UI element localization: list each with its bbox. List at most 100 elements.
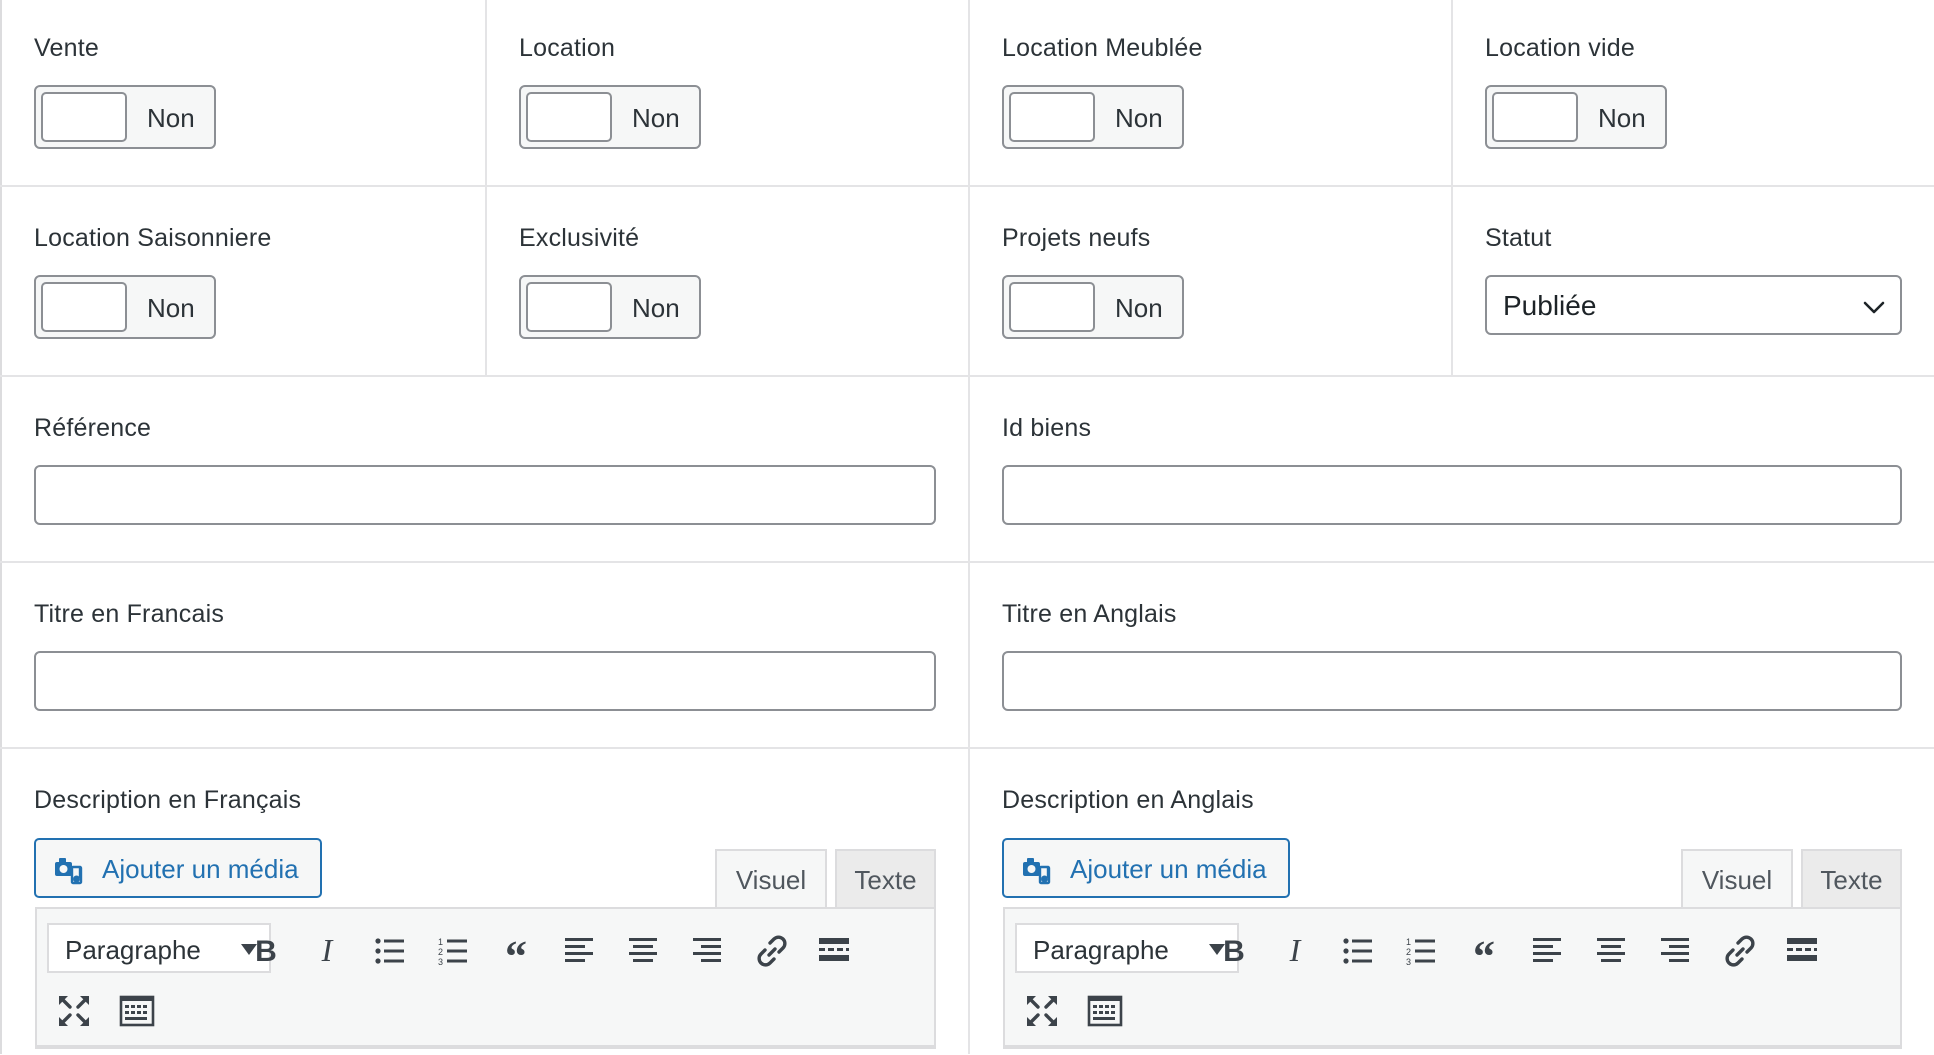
reference-input[interactable]	[34, 465, 936, 525]
location-vide-label: Location vide	[1485, 34, 1635, 62]
fullscreen-icon[interactable]	[1022, 991, 1062, 1031]
statut-label: Statut	[1485, 224, 1552, 252]
location-meublee-label: Location Meublée	[1002, 34, 1203, 62]
toggle-knob	[1009, 92, 1095, 142]
col-divider	[485, 0, 487, 375]
row-divider	[0, 747, 1934, 749]
location-vide-toggle[interactable]: Non	[1485, 85, 1667, 149]
chevron-down-icon	[1863, 301, 1885, 314]
read-more-icon[interactable]	[1782, 931, 1822, 971]
svg-text:I: I	[1289, 932, 1302, 968]
exclusivite-toggle[interactable]: Non	[519, 275, 701, 339]
toggle-knob	[1009, 282, 1095, 332]
toggle-knob	[41, 282, 127, 332]
toolbar-toggle-icon[interactable]	[1085, 991, 1125, 1031]
location-label: Location	[519, 34, 616, 62]
toggle-knob	[1492, 92, 1578, 142]
vente-toggle[interactable]: Non	[34, 85, 216, 149]
svg-text:2: 2	[1406, 947, 1411, 957]
numbered-list-icon[interactable]: 123	[1401, 931, 1441, 971]
exclusivite-label: Exclusivité	[519, 224, 640, 252]
link-icon[interactable]	[752, 931, 792, 971]
tab-texte[interactable]: Texte	[1801, 849, 1902, 907]
italic-icon[interactable]: I	[1275, 931, 1315, 971]
tab-label: Texte	[1820, 865, 1883, 895]
editor-toolbar: Paragraphe B I 1 2 3 “	[1003, 907, 1902, 1047]
titre-fr-input[interactable]	[34, 651, 936, 711]
tab-label: Visuel	[735, 865, 807, 895]
toggle-state: Non	[1115, 103, 1163, 133]
format-select[interactable]: Paragraphe	[1015, 923, 1239, 973]
add-media-button[interactable]: Ajouter un média	[1002, 838, 1290, 898]
id-biens-input[interactable]	[1002, 465, 1902, 525]
tab-label: Visuel	[1701, 865, 1773, 895]
statut-value: Publiée	[1503, 290, 1597, 321]
toggle-state: Non	[1598, 103, 1646, 133]
format-select-value: Paragraphe	[1033, 935, 1169, 965]
projets-neufs-label: Projets neufs	[1002, 224, 1151, 252]
toggle-state: Non	[1115, 293, 1163, 323]
toolbar-toggle-icon[interactable]	[117, 991, 157, 1031]
description-fr-label: Description en Français	[34, 786, 302, 814]
add-media-label: Ajouter un média	[102, 854, 299, 884]
add-media-label: Ajouter un média	[1070, 854, 1267, 884]
align-center-icon[interactable]	[623, 931, 663, 971]
add-media-button[interactable]: Ajouter un média	[34, 838, 322, 898]
toggle-knob	[526, 92, 612, 142]
align-left-icon[interactable]	[559, 931, 599, 971]
align-left-icon[interactable]	[1527, 931, 1567, 971]
svg-text:“: “	[1473, 932, 1495, 971]
align-right-icon[interactable]	[687, 931, 727, 971]
format-select[interactable]: Paragraphe	[47, 923, 271, 973]
bold-icon[interactable]: B	[1214, 931, 1254, 971]
align-center-icon[interactable]	[1591, 931, 1631, 971]
titre-en-input[interactable]	[1002, 651, 1902, 711]
reference-label: Référence	[34, 414, 152, 442]
location-toggle[interactable]: Non	[519, 85, 701, 149]
svg-text:I: I	[321, 932, 334, 968]
toggle-state: Non	[147, 293, 195, 323]
titre-fr-label: Titre en Francais	[34, 600, 225, 628]
tab-visuel[interactable]: Visuel	[715, 849, 827, 909]
toggle-state: Non	[632, 103, 680, 133]
svg-text:3: 3	[438, 957, 443, 967]
location-saisonniere-toggle[interactable]: Non	[34, 275, 216, 339]
bullet-list-icon[interactable]	[370, 931, 410, 971]
svg-text:B: B	[1223, 935, 1245, 968]
svg-text:1: 1	[438, 937, 443, 947]
col-divider	[968, 0, 970, 1054]
align-right-icon[interactable]	[1655, 931, 1695, 971]
tab-visuel[interactable]: Visuel	[1681, 849, 1793, 909]
svg-text:2: 2	[438, 947, 443, 957]
row-divider	[0, 375, 1934, 377]
add-media-icon	[1023, 858, 1051, 885]
read-more-icon[interactable]	[814, 931, 854, 971]
projets-neufs-toggle[interactable]: Non	[1002, 275, 1184, 339]
description-en-label: Description en Anglais	[1002, 786, 1254, 814]
svg-text:“: “	[505, 932, 527, 971]
statut-select[interactable]: Publiée	[1485, 275, 1902, 335]
toggle-state: Non	[632, 293, 680, 323]
add-media-icon	[55, 858, 83, 885]
id-biens-label: Id biens	[1002, 414, 1092, 442]
link-icon[interactable]	[1720, 931, 1760, 971]
vente-label: Vente	[34, 34, 99, 62]
tab-label: Texte	[854, 865, 917, 895]
col-divider	[1451, 0, 1453, 375]
bold-icon[interactable]: B	[246, 931, 286, 971]
svg-text:1: 1	[1406, 937, 1411, 947]
blockquote-icon[interactable]: “	[496, 931, 536, 971]
row-divider	[0, 561, 1934, 563]
location-meublee-toggle[interactable]: Non	[1002, 85, 1184, 149]
format-select-value: Paragraphe	[65, 935, 201, 965]
fullscreen-icon[interactable]	[54, 991, 94, 1031]
tab-texte[interactable]: Texte	[835, 849, 936, 907]
svg-text:3: 3	[1406, 957, 1411, 967]
location-saisonniere-label: Location Saisonniere	[34, 224, 272, 252]
italic-icon[interactable]: I	[307, 931, 347, 971]
blockquote-icon[interactable]: “	[1464, 931, 1504, 971]
svg-text:B: B	[255, 935, 277, 968]
bullet-list-icon[interactable]	[1338, 931, 1378, 971]
toggle-state: Non	[147, 103, 195, 133]
numbered-list-icon[interactable]: 123	[433, 931, 473, 971]
